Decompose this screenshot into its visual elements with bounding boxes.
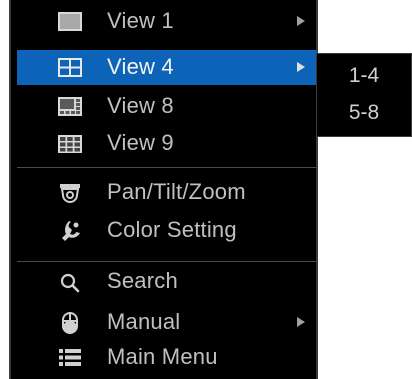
- menu-item-label: View 8: [107, 93, 174, 118]
- menu-separator: [17, 167, 317, 168]
- menu-item-view-8[interactable]: View 8: [17, 89, 317, 124]
- menu-item-main-menu[interactable]: Main Menu: [17, 340, 317, 375]
- menu-item-label: Pan/Tilt/Zoom: [107, 179, 246, 204]
- list-menu-icon: [59, 349, 81, 366]
- eight-view-icon: [58, 97, 82, 116]
- submenu-arrow-icon: [297, 16, 305, 26]
- menu-item-color-setting[interactable]: Color Setting: [17, 213, 317, 248]
- menu-item-label: Main Menu: [107, 344, 218, 369]
- ptz-camera-icon: [60, 184, 80, 203]
- menu-item-view-9[interactable]: View 9: [17, 126, 317, 161]
- menu-item-view-4[interactable]: View 4: [17, 50, 317, 85]
- quad-view-icon: [58, 58, 82, 77]
- menu-item-label: Manual: [107, 309, 181, 334]
- menu-item-label: View 1: [107, 8, 174, 33]
- mouse-icon: [62, 312, 78, 334]
- single-view-icon: [58, 12, 82, 31]
- menu-separator: [17, 261, 317, 262]
- menu-item-label: Color Setting: [107, 217, 237, 242]
- menu-item-manual[interactable]: Manual: [17, 305, 317, 340]
- submenu-arrow-icon: [297, 62, 305, 72]
- color-setting-icon: [62, 221, 80, 241]
- submenu-item-1-4[interactable]: 1-4: [317, 58, 411, 94]
- menu-item-view-1[interactable]: View 1: [17, 4, 317, 39]
- menu-item-label: View 4: [107, 54, 174, 79]
- menu-item-label: View 9: [107, 130, 174, 155]
- nine-view-icon: [58, 135, 82, 153]
- menu-item-label: Search: [107, 268, 178, 293]
- search-icon: [60, 273, 80, 293]
- menu-item-search[interactable]: Search: [17, 264, 317, 299]
- menu-item-ptz[interactable]: Pan/Tilt/Zoom: [17, 175, 317, 210]
- context-menu: View 1 View 4 View 8 View 9 Pan/Tilt/Zoo…: [9, 0, 318, 379]
- view-4-submenu: 1-4 5-8: [316, 53, 412, 137]
- submenu-arrow-icon: [297, 317, 305, 327]
- submenu-item-5-8[interactable]: 5-8: [317, 95, 411, 131]
